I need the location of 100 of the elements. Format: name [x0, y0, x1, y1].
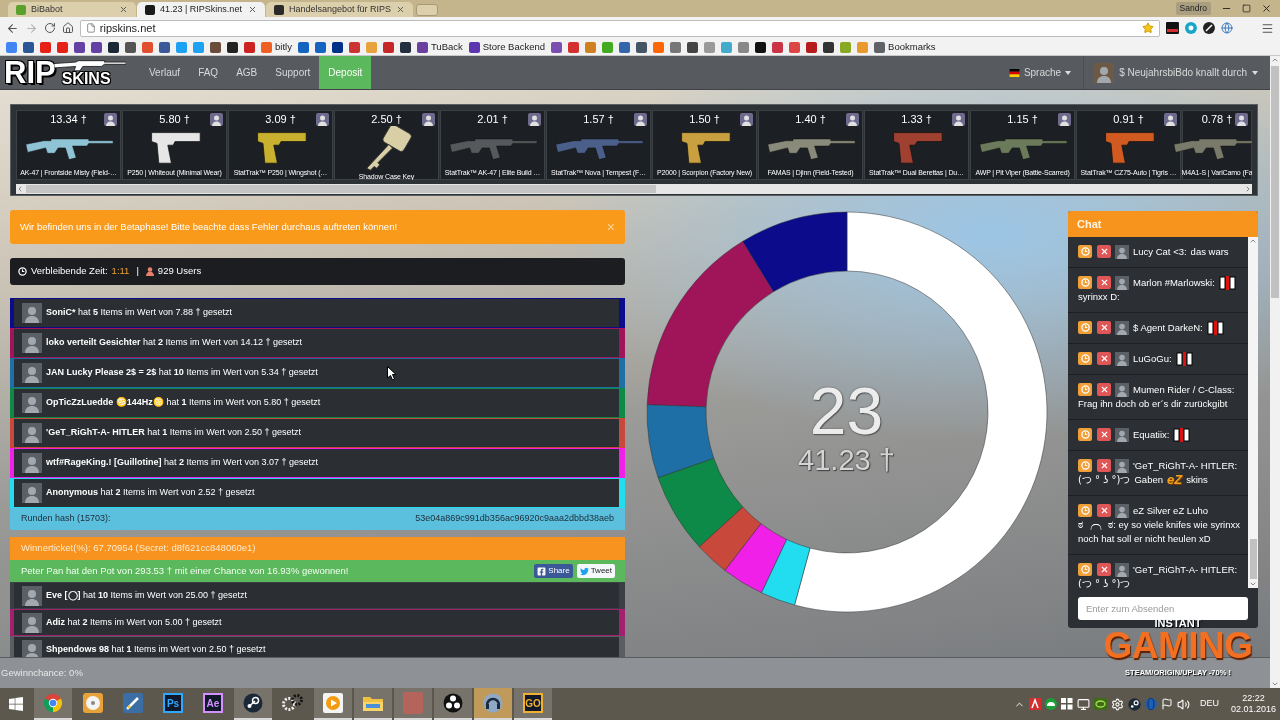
- favicon-icon[interactable]: [23, 41, 34, 53]
- extension-icon[interactable]: [1203, 22, 1216, 34]
- ring-icon: [243, 693, 263, 713]
- monitor-icon[interactable]: [1076, 697, 1090, 711]
- extension-icon[interactable]: [1166, 22, 1180, 34]
- nav-link[interactable]: FAQ: [189, 56, 228, 89]
- scroll-down-icon[interactable]: [1249, 580, 1257, 588]
- bookmark-link[interactable]: Store Backend: [468, 39, 546, 55]
- bookmark-link[interactable]: Bookmarks: [874, 39, 936, 55]
- user-avatar: [1115, 504, 1129, 518]
- timeout-button[interactable]: [1078, 245, 1092, 258]
- maximize-icon[interactable]: [1242, 3, 1251, 13]
- scrollbar-thumb[interactable]: [1249, 539, 1257, 579]
- timeout-button[interactable]: [1078, 459, 1092, 472]
- favicon-icon[interactable]: [159, 41, 170, 53]
- scroll-right-icon[interactable]: [1244, 185, 1252, 193]
- chat-input[interactable]: Enter zum Absenden: [1078, 597, 1248, 620]
- taskbar-button[interactable]: GO: [514, 688, 552, 720]
- grid-icon[interactable]: [1060, 698, 1073, 710]
- timeout-button[interactable]: [1078, 321, 1092, 334]
- favicon-icon[interactable]: [687, 41, 699, 53]
- menu-icon[interactable]: [1261, 21, 1274, 35]
- close-icon[interactable]: [1261, 2, 1272, 14]
- delete-button[interactable]: [1097, 245, 1111, 258]
- taskbar-button[interactable]: Ae: [194, 688, 232, 720]
- favicon-icon[interactable]: [331, 41, 343, 53]
- scrollbar-track[interactable]: [1270, 56, 1280, 688]
- timeout-button[interactable]: [1078, 428, 1092, 441]
- timeout-button[interactable]: [1078, 504, 1092, 517]
- nav-link[interactable]: Support: [266, 56, 320, 89]
- delete-button[interactable]: [1097, 563, 1111, 576]
- tweet-button[interactable]: Tweet: [576, 564, 615, 578]
- delete-button[interactable]: [1097, 383, 1111, 396]
- profile-name[interactable]: Sandro: [1175, 1, 1211, 15]
- delete-button[interactable]: [1097, 504, 1111, 517]
- close-icon[interactable]: [119, 5, 128, 14]
- clock-time[interactable]: 22:22: [1242, 693, 1265, 704]
- favicon-icon[interactable]: [74, 41, 85, 53]
- scrollbar-thumb[interactable]: [1271, 66, 1279, 298]
- arc-tile-icon[interactable]: [1028, 698, 1041, 710]
- reload-icon[interactable]: [43, 22, 56, 34]
- taskbar-button[interactable]: [234, 688, 272, 720]
- scroll-down-icon[interactable]: [1271, 680, 1279, 688]
- browser-tab[interactable]: 41.23 | RIPSkins.net: [137, 2, 265, 17]
- taskbar-button[interactable]: [474, 688, 512, 720]
- emote-icon: [1175, 352, 1193, 366]
- delete-button[interactable]: [1097, 428, 1111, 441]
- close-icon[interactable]: [248, 5, 257, 14]
- favicon-icon[interactable]: [755, 41, 767, 53]
- favicon-icon[interactable]: [125, 41, 136, 53]
- scroll-left-icon[interactable]: [16, 185, 24, 193]
- address-bar[interactable]: ripskins.net: [79, 19, 1161, 37]
- close-icon[interactable]: [396, 5, 406, 14]
- nav-link[interactable]: AGB: [227, 56, 267, 89]
- delete-button[interactable]: [1097, 459, 1111, 472]
- nav-link[interactable]: Verlauf: [140, 56, 190, 89]
- gear-icon[interactable]: [1110, 697, 1124, 711]
- speaker-icon[interactable]: [1176, 697, 1190, 711]
- bookmark-link[interactable]: bitly: [261, 39, 292, 55]
- favicon-icon[interactable]: [108, 41, 119, 53]
- delete-button[interactable]: [1097, 321, 1111, 334]
- timeout-button[interactable]: [1078, 276, 1092, 289]
- scroll-up-icon[interactable]: [1249, 237, 1257, 245]
- clock-date[interactable]: 02.01.2016: [1230, 704, 1276, 715]
- url-text: ripskins.net: [99, 20, 156, 36]
- timeout-button[interactable]: [1078, 383, 1092, 396]
- delete-button[interactable]: [1097, 352, 1111, 365]
- bookmark-link[interactable]: TuBack: [416, 39, 463, 55]
- chat-username: $ Agent DarkeN:: [1133, 321, 1203, 335]
- share-button[interactable]: Share: [534, 564, 573, 578]
- ring-icon[interactable]: [1127, 697, 1141, 711]
- flag-icon[interactable]: [1160, 698, 1173, 710]
- taskbar-button[interactable]: [434, 688, 472, 720]
- timeout-button[interactable]: [1078, 563, 1092, 576]
- timeout-button[interactable]: [1078, 352, 1092, 365]
- scrollbar-thumb[interactable]: [26, 185, 656, 193]
- scrollbar-track[interactable]: [16, 184, 1252, 194]
- home-icon[interactable]: [61, 22, 74, 34]
- delete-button[interactable]: [1097, 276, 1111, 289]
- star-icon[interactable]: [1142, 22, 1155, 34]
- globe-icon[interactable]: [1221, 22, 1233, 34]
- language-dropdown[interactable]: Sprache: [996, 56, 1085, 89]
- gears-icon: [282, 693, 304, 713]
- favicon-icon[interactable]: [227, 41, 238, 53]
- scrollbar-track[interactable]: [1248, 237, 1258, 588]
- favicon-icon[interactable]: [399, 41, 411, 53]
- favicon-icon[interactable]: [210, 41, 221, 53]
- browser-tab[interactable]: Handelsangebot für RIPS: [266, 2, 414, 17]
- browser-tab[interactable]: BiBabot: [8, 2, 136, 17]
- eye-tile-icon[interactable]: [1093, 698, 1107, 710]
- winner-text: Peter Pan hat den Pot von 293.53 † mit einer Chance von 16.93% gewonnen!: [21, 563, 349, 578]
- user-menu[interactable]: $ NeujahrsbiBdo knallt durch: [1084, 56, 1258, 89]
- taskbar-button[interactable]: Ps: [154, 688, 192, 720]
- scroll-up-icon[interactable]: [1271, 56, 1279, 64]
- favicon-icon[interactable]: [91, 41, 102, 53]
- input-language[interactable]: DEU: [1199, 697, 1219, 711]
- back-icon[interactable]: [6, 21, 19, 35]
- dome-icon[interactable]: [1044, 698, 1057, 710]
- favicon-icon[interactable]: [636, 41, 648, 53]
- favicon-icon[interactable]: [823, 41, 835, 53]
